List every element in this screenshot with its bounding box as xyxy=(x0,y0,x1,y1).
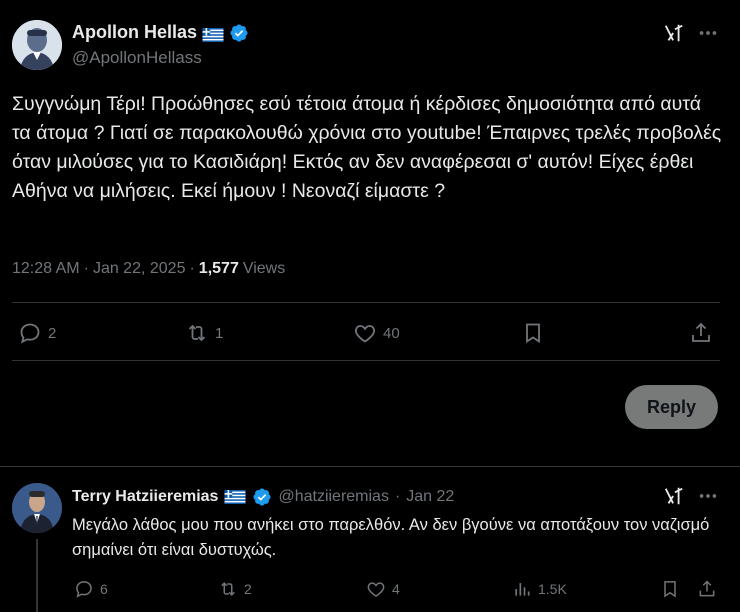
repost-count: 1 xyxy=(215,324,224,342)
like-count: 40 xyxy=(383,324,400,342)
reply-date[interactable]: Jan 22 xyxy=(406,488,454,506)
share-action[interactable] xyxy=(689,321,713,345)
share-action[interactable] xyxy=(697,579,717,599)
views-icon xyxy=(515,583,530,596)
divider xyxy=(12,302,720,303)
repost-count: 2 xyxy=(244,581,252,597)
bookmark-action[interactable] xyxy=(521,321,545,345)
greek-flag-icon xyxy=(202,26,224,42)
like-action[interactable]: 4 xyxy=(366,579,400,599)
meta-separator: · xyxy=(189,260,195,277)
author-avatar[interactable] xyxy=(12,20,62,70)
greek-flag-icon xyxy=(224,490,246,504)
post-time[interactable]: 12:28 AM xyxy=(12,260,80,278)
verified-badge-icon[interactable] xyxy=(252,487,272,507)
reply-author-name[interactable]: Terry Hatziieremias xyxy=(72,488,218,506)
like-count: 4 xyxy=(392,581,400,597)
reply-action[interactable]: 2 xyxy=(18,321,56,345)
share-icon xyxy=(699,580,715,597)
like-icon xyxy=(367,582,385,597)
divider xyxy=(12,360,720,361)
author-handle[interactable]: @ApollonHellass xyxy=(72,48,202,68)
bookmark-action[interactable] xyxy=(660,579,680,599)
reply-icon xyxy=(76,581,92,598)
repost-action[interactable]: 1 xyxy=(185,321,223,345)
reply-action[interactable]: 6 xyxy=(74,579,108,599)
views-count: 1.5K xyxy=(538,581,567,597)
post-text: Συγγνώμη Τέρι! Προώθησες εσύ τέτοια άτομ… xyxy=(12,93,722,202)
more-icon[interactable] xyxy=(697,22,719,44)
reply-icon xyxy=(20,323,40,344)
grok-icon[interactable] xyxy=(663,485,685,507)
views-action[interactable]: 1.5K xyxy=(512,579,567,599)
reply-text: Μεγάλο λάθος μου που ανήκει στο παρελθόν… xyxy=(72,516,710,559)
reply-author-avatar[interactable] xyxy=(12,483,62,533)
repost-icon xyxy=(221,582,235,596)
reply-header: Terry Hatziieremias @hatziieremias · Jan… xyxy=(72,487,454,507)
reply-count: 6 xyxy=(100,581,108,597)
bookmark-icon xyxy=(526,323,540,344)
meta-separator: · xyxy=(83,260,89,277)
like-action[interactable]: 40 xyxy=(353,321,400,345)
meta-separator: · xyxy=(394,488,401,505)
post-actions: 2 1 40 xyxy=(0,314,740,352)
reply-post: Terry Hatziieremias @hatziieremias · Jan… xyxy=(0,467,740,612)
repost-action[interactable]: 2 xyxy=(218,579,252,599)
share-icon xyxy=(692,322,710,342)
more-icon[interactable] xyxy=(697,485,719,507)
reply-author-handle[interactable]: @hatziieremias xyxy=(278,488,389,506)
reply-button[interactable]: Reply xyxy=(625,385,718,429)
like-icon xyxy=(354,325,376,343)
verified-badge-icon[interactable] xyxy=(229,23,249,43)
author-name[interactable]: Apollon Hellas xyxy=(72,22,197,43)
views-label: Views xyxy=(242,260,286,277)
grok-icon[interactable] xyxy=(663,22,685,44)
reply-actions: 6 2 4 1.5K xyxy=(0,575,740,603)
bookmark-icon xyxy=(664,581,676,598)
post-date[interactable]: Jan 22, 2025 xyxy=(93,260,186,278)
reply-count: 2 xyxy=(48,324,57,342)
repost-icon xyxy=(188,324,206,342)
views-count: 1,577 xyxy=(198,260,239,277)
post-meta: 12:28 AM · Jan 22, 2025 · 1,577 Views xyxy=(12,260,285,278)
author-name-row: Apollon Hellas xyxy=(72,22,249,43)
